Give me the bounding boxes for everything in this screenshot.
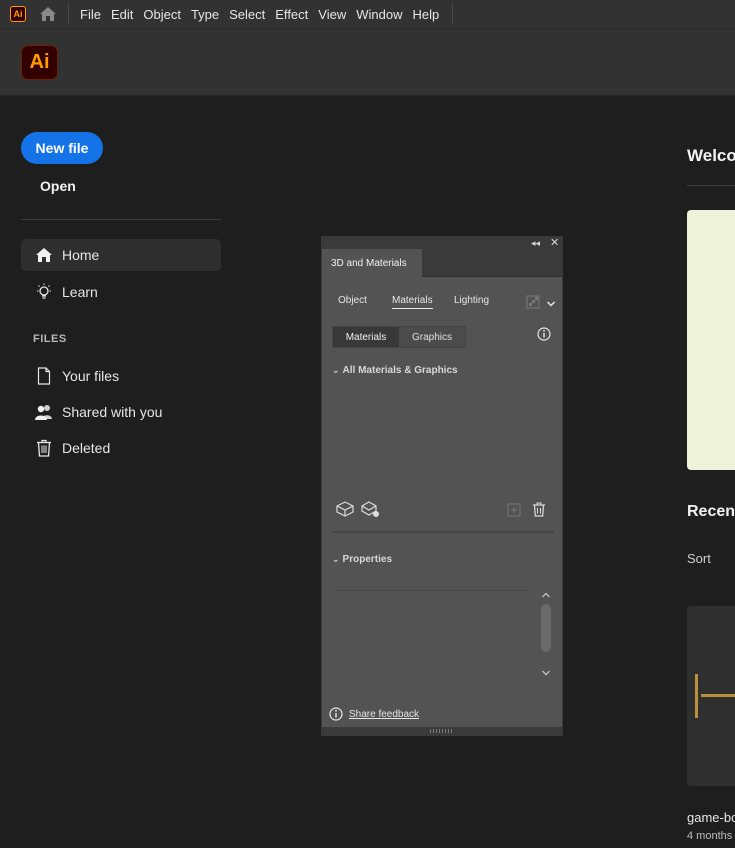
section-label: Properties — [342, 554, 393, 565]
sidebar-item-label: Learn — [62, 284, 98, 300]
menu-object[interactable]: Object — [138, 0, 186, 29]
menu-type[interactable]: Type — [186, 0, 224, 29]
add-material-icon[interactable] — [335, 501, 355, 522]
render-settings-icon[interactable] — [526, 295, 542, 314]
welcome-banner[interactable] — [687, 210, 735, 470]
sort-button[interactable]: Sort — [687, 551, 711, 566]
chip-materials[interactable]: Materials — [333, 327, 399, 347]
panel-titlebar[interactable]: ◂◂ ✕ — [322, 237, 562, 249]
welcome-heading: Welcome — [687, 146, 735, 165]
sidebar-item-learn[interactable]: Learn — [21, 276, 221, 308]
tab-lighting[interactable]: Lighting — [454, 295, 489, 306]
sidebar-item-label: Your files — [62, 368, 120, 384]
home-icon[interactable] — [38, 5, 58, 23]
properties-scrollbar[interactable] — [540, 591, 552, 679]
scroll-up-icon[interactable] — [541, 591, 551, 599]
sidebar-item-home[interactable]: Home — [21, 239, 221, 271]
panel-resize-handle[interactable] — [322, 727, 562, 735]
scrollbar-thumb[interactable] — [541, 604, 551, 652]
tab-materials[interactable]: Materials — [392, 295, 433, 309]
chevron-down-icon: ⌄ — [332, 554, 340, 564]
chevron-down-icon: ⌄ — [332, 365, 340, 375]
close-icon[interactable]: ✕ — [550, 237, 559, 249]
sidebar-item-label: Shared with you — [62, 404, 163, 420]
recent-file-name[interactable]: game-bo — [687, 810, 735, 825]
menu-help[interactable]: Help — [407, 0, 444, 29]
file-icon — [32, 367, 56, 385]
lightbulb-icon — [32, 283, 56, 301]
share-feedback-label: Share feedback — [349, 708, 420, 720]
app-icon: Ai — [10, 6, 26, 22]
shared-users-icon — [32, 404, 56, 420]
3d-materials-panel: ◂◂ ✕ 3D and Materials Object Materials L… — [321, 236, 563, 736]
recent-heading: Recent — [687, 503, 735, 520]
sidebar-item-deleted[interactable]: Deleted — [21, 432, 221, 464]
menu-select[interactable]: Select — [224, 0, 270, 29]
recent-file-thumbnail[interactable] — [687, 606, 735, 786]
menu-edit[interactable]: Edit — [106, 0, 138, 29]
trash-icon[interactable] — [532, 502, 546, 522]
info-icon — [329, 707, 343, 721]
menu-effect[interactable]: Effect — [270, 0, 313, 29]
recent-file-date: 4 months — [687, 830, 733, 842]
section-label: All Materials & Graphics — [342, 365, 458, 376]
collapse-icon[interactable]: ◂◂ — [531, 237, 540, 249]
app-header: Ai — [0, 29, 735, 96]
menu-window[interactable]: Window — [351, 0, 407, 29]
sidebar-item-label: Home — [62, 247, 100, 263]
panel-tab-bar: 3D and Materials — [322, 249, 562, 277]
tab-3d-materials[interactable]: 3D and Materials — [322, 249, 422, 277]
materials-graphics-toggle: Materials Graphics — [332, 326, 466, 348]
section-properties[interactable]: ⌄ Properties — [332, 554, 392, 565]
scroll-down-icon[interactable] — [541, 669, 551, 677]
new-item-icon[interactable] — [507, 503, 521, 522]
sidebar-item-your-files[interactable]: Your files — [21, 360, 221, 392]
tab-object[interactable]: Object — [338, 295, 367, 306]
menu-bar: Ai File Edit Object Type Select Effect V… — [0, 0, 735, 29]
menu-file[interactable]: File — [75, 0, 106, 29]
section-all-materials[interactable]: ⌄ All Materials & Graphics — [332, 365, 458, 376]
menu-view[interactable]: View — [313, 0, 351, 29]
chevron-down-icon[interactable] — [546, 296, 556, 314]
home-icon — [32, 247, 56, 263]
info-icon[interactable] — [537, 327, 551, 346]
trash-icon — [32, 439, 56, 457]
sidebar-item-shared[interactable]: Shared with you — [21, 396, 221, 428]
illustrator-logo: Ai — [21, 45, 58, 80]
new-file-button[interactable]: New file — [21, 132, 103, 164]
share-feedback-link[interactable]: Share feedback — [329, 707, 419, 721]
chip-graphics[interactable]: Graphics — [399, 327, 465, 347]
content-divider — [687, 185, 735, 186]
files-section-label: FILES — [33, 333, 67, 345]
sidebar-divider — [21, 219, 221, 220]
material-properties-icon[interactable] — [361, 501, 381, 524]
sidebar-item-label: Deleted — [62, 440, 111, 456]
open-button[interactable]: Open — [40, 178, 76, 194]
